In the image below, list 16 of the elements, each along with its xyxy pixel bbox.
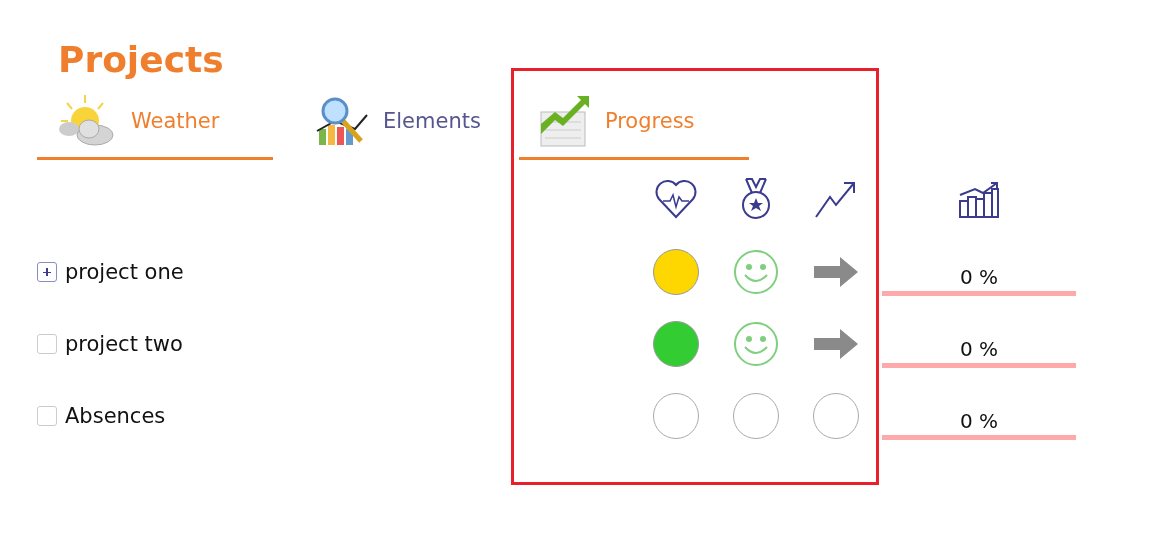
- tab[interactable]: Progress: [518, 90, 749, 160]
- progress-value: 0 %: [958, 337, 1000, 361]
- row-label: project two: [65, 332, 183, 356]
- heartbeat-icon: [654, 179, 698, 219]
- progress-value: 0 %: [958, 409, 1000, 433]
- tab[interactable]: Elements: [297, 90, 491, 160]
- trend-up-icon: [814, 179, 858, 219]
- checkbox[interactable]: [37, 334, 57, 354]
- checkbox[interactable]: [37, 406, 57, 426]
- bar-chart-icon: [957, 179, 1001, 219]
- row-label: project one: [65, 260, 184, 284]
- row-label: Absences: [65, 404, 166, 428]
- expand-toggle[interactable]: [37, 262, 57, 282]
- progress-value: 0 %: [958, 265, 1000, 289]
- page-title: Projects: [57, 38, 225, 82]
- tab[interactable]: Weather: [37, 90, 273, 160]
